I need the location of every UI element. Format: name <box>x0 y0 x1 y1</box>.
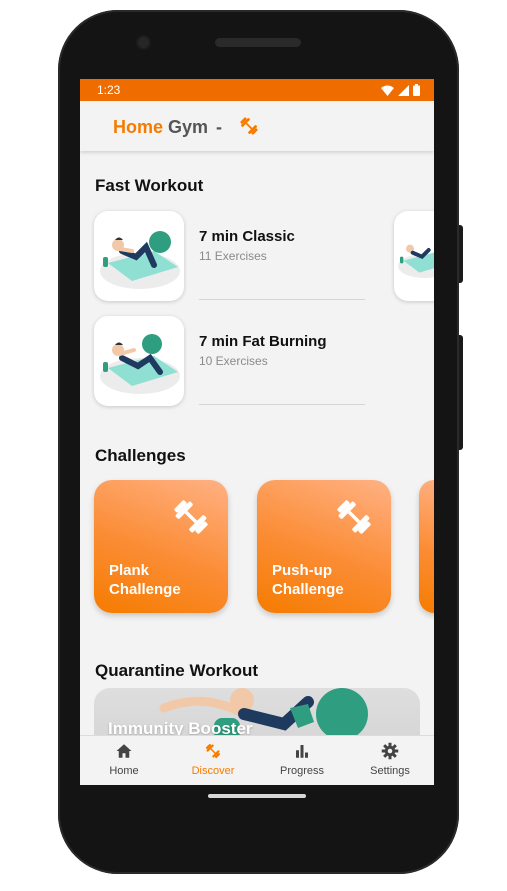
dumbbell-icon <box>174 500 208 534</box>
divider <box>199 299 365 300</box>
wifi-icon <box>381 85 394 96</box>
ab-workout-illustration-icon <box>398 244 434 278</box>
app-title-home: Home <box>113 117 164 137</box>
workout-item-fat-burning[interactable]: 7 min Fat Burning 10 Exercises <box>94 316 394 408</box>
nav-progress[interactable]: Progress <box>262 742 342 777</box>
section-title-challenges: Challenges <box>95 446 186 465</box>
front-camera <box>138 37 149 48</box>
workout-name: 7 min Classic <box>199 228 295 245</box>
nav-discover[interactable]: Discover <box>173 742 253 777</box>
dumbbell-icon[interactable] <box>238 115 260 137</box>
volume-button <box>459 335 463 450</box>
challenge-label: Plank Challenge <box>109 562 181 598</box>
challenge-label: Push-up Challenge <box>272 562 344 598</box>
ab-workout-illustration-icon <box>100 231 180 289</box>
gear-icon <box>381 742 399 760</box>
nav-settings[interactable]: Settings <box>350 742 430 777</box>
signal-icon <box>398 84 409 96</box>
workout-thumbnail <box>94 211 184 301</box>
challenge-card-push-up[interactable]: Push-up Challenge <box>257 480 391 613</box>
nav-label: Home <box>109 765 139 777</box>
status-icons <box>381 84 420 96</box>
home-icon <box>116 744 132 758</box>
title-separator: - <box>216 117 222 137</box>
workout-item-classic[interactable]: 7 min Classic 11 Exercises <box>94 211 394 303</box>
battery-icon <box>413 84 420 96</box>
app-title-gym: Gym <box>168 117 209 137</box>
workout-exercise-count: 11 Exercises <box>199 249 267 263</box>
challenge-card-peek[interactable] <box>419 480 434 613</box>
section-title-fast-workout: Fast Workout <box>95 176 204 195</box>
bar-chart-icon <box>296 745 308 758</box>
nav-label: Discover <box>191 765 235 777</box>
nav-label: Progress <box>279 765 325 777</box>
earpiece-speaker <box>215 38 301 47</box>
workout-name: 7 min Fat Burning <box>199 333 327 350</box>
bottom-navigation: Home Discover Progress Settings <box>80 735 434 785</box>
section-title-quarantine-workout: Quarantine Workout <box>95 661 259 680</box>
nav-home[interactable]: Home <box>84 742 164 777</box>
nav-label: Settings <box>370 765 410 777</box>
dumbbell-icon <box>205 743 221 759</box>
power-button <box>459 225 463 283</box>
home-gesture-bar[interactable] <box>208 794 306 798</box>
app-bar: Home Gym - <box>80 101 434 151</box>
workout-thumbnail <box>94 316 184 406</box>
challenge-card-plank[interactable]: Plank Challenge <box>94 480 228 613</box>
workout-thumbnail-peek[interactable] <box>394 211 434 301</box>
ab-workout-illustration-icon <box>100 334 180 394</box>
status-bar: 1:23 <box>80 79 434 101</box>
divider <box>199 404 365 405</box>
status-time: 1:23 <box>97 83 121 97</box>
workout-exercise-count: 10 Exercises <box>199 354 268 368</box>
app-screen: 1:23 Home Gym - Fast Workout 7 min Class… <box>80 79 434 785</box>
dumbbell-icon <box>337 500 371 534</box>
app-title: Home Gym <box>113 117 208 138</box>
